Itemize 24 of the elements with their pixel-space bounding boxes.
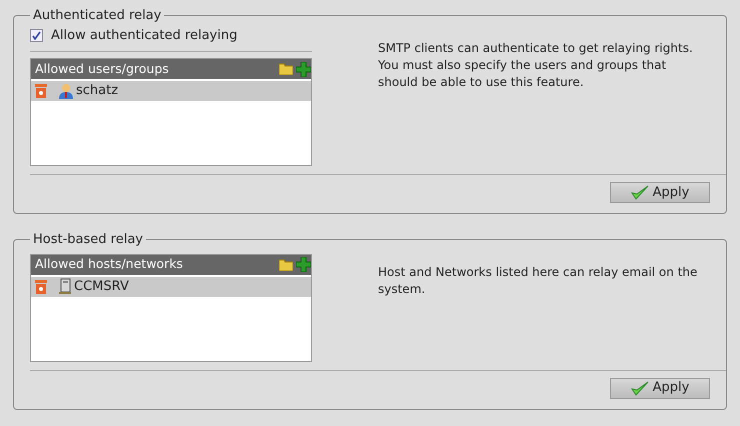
checkbox[interactable] [30, 28, 43, 42]
checkmark-icon [630, 380, 649, 396]
checkbox-label: Allow authenticated relaying [51, 26, 238, 44]
apply-button[interactable]: Apply [610, 182, 710, 203]
section-title: Authenticated relay [32, 7, 162, 25]
trash-icon[interactable] [34, 278, 48, 294]
list-item[interactable]: schatz [31, 81, 311, 101]
description-text: SMTP clients can authenticate to get relaying rights. You must also specify the users and groups that should be able to use this feature. [378, 40, 694, 90]
folder-icon[interactable] [279, 63, 293, 75]
apply-button[interactable]: Apply [610, 378, 710, 398]
list-header-title: Allowed users/groups [35, 60, 169, 78]
folder-icon[interactable] [279, 258, 293, 270]
list-item-label: CCMSRV [74, 278, 129, 296]
description-text: Host and Networks listed here can relay email on the system. [378, 264, 698, 298]
checkmark-icon [630, 185, 649, 200]
add-icon[interactable] [296, 257, 311, 272]
add-icon[interactable] [296, 62, 311, 76]
list-item[interactable]: CCMSRV [31, 276, 311, 296]
list-header-title: Allowed hosts/networks [35, 255, 183, 274]
user-icon [58, 83, 74, 99]
section-title: Host-based relay [32, 231, 144, 249]
list-item-label: schatz [76, 82, 118, 100]
trash-icon[interactable] [34, 83, 48, 99]
computer-icon [58, 278, 72, 295]
